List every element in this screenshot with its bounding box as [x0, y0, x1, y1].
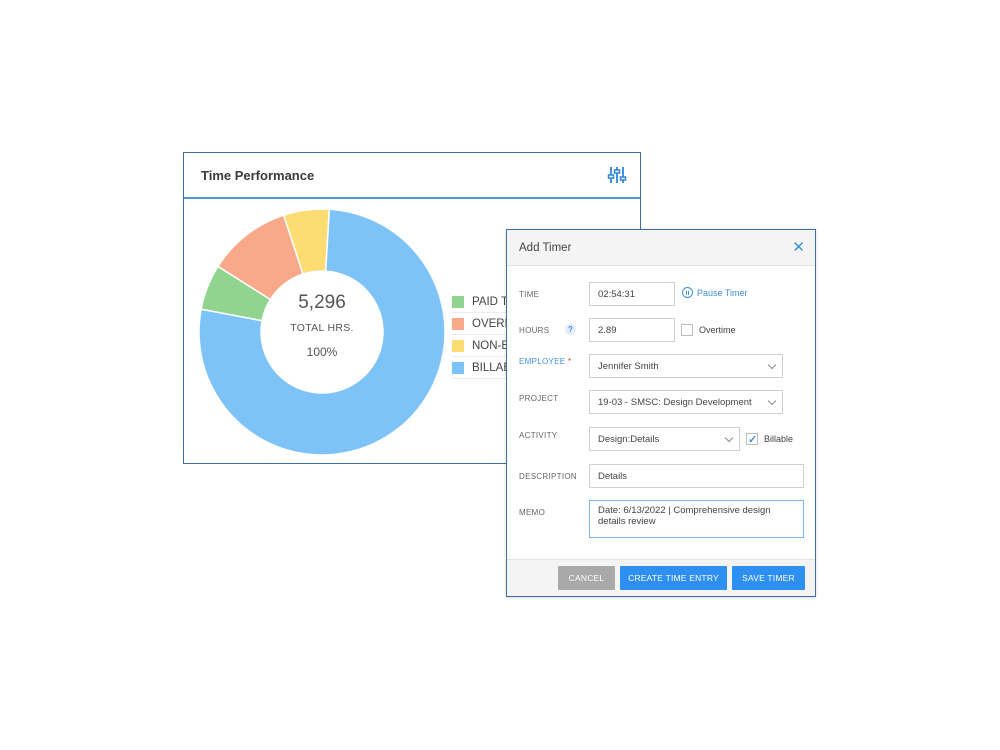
activity-select[interactable]: Design:Details	[589, 427, 740, 451]
add-timer-dialog: Add Timer ✕ TIME 02:54:31 Pause Timer HO…	[506, 229, 816, 597]
dialog-header: Add Timer ✕	[507, 230, 815, 266]
donut-chart: 5,296 TOTAL HRS. 100%	[198, 208, 446, 456]
activity-label: ACTIVITY	[519, 431, 558, 440]
activity-value: Design:Details	[598, 433, 660, 445]
overtime-checkbox[interactable]	[681, 324, 693, 336]
legend-swatch	[452, 317, 464, 330]
time-label: TIME	[519, 290, 540, 299]
employee-value: Jennifer Smith	[598, 360, 659, 372]
donut-center: 5,296 TOTAL HRS. 100%	[198, 208, 446, 456]
card-title: Time Performance	[201, 167, 315, 183]
cancel-button[interactable]: CANCEL	[558, 566, 615, 590]
filter-sliders-icon[interactable]	[606, 164, 628, 186]
dialog-footer: CANCEL CREATE TIME ENTRY SAVE TIMER	[507, 559, 815, 596]
project-select[interactable]: 19-03 - SMSC: Design Development	[589, 390, 783, 414]
close-icon[interactable]: ✕	[792, 240, 805, 255]
employee-select[interactable]: Jennifer Smith	[589, 354, 783, 378]
total-percent: 100%	[306, 344, 338, 359]
time-input[interactable]: 02:54:31	[589, 282, 675, 306]
project-label: PROJECT	[519, 394, 559, 403]
pause-icon	[682, 287, 693, 298]
hours-input[interactable]: 2.89	[589, 318, 675, 342]
billable-checkbox[interactable]: ✓	[746, 433, 758, 446]
legend-swatch	[452, 339, 464, 352]
total-hours-value: 5,296	[298, 291, 346, 313]
pause-timer-label: Pause Timer	[697, 287, 748, 298]
overtime-label: Overtime	[699, 325, 736, 335]
create-time-entry-button[interactable]: CREATE TIME ENTRY	[620, 566, 727, 590]
card-header: Time Performance	[184, 153, 640, 199]
pause-timer-link[interactable]: Pause Timer	[682, 287, 748, 298]
chevron-down-icon	[724, 433, 734, 443]
legend-swatch	[452, 361, 464, 374]
help-icon[interactable]: ?	[565, 324, 576, 335]
employee-label: EMPLOYEE *	[519, 357, 571, 366]
memo-textarea[interactable]: Date: 6/13/2022 | Comprehensive design d…	[589, 500, 804, 538]
chevron-down-icon	[767, 396, 777, 406]
dialog-title: Add Timer	[519, 241, 572, 254]
hours-label: HOURS	[519, 326, 550, 335]
chevron-down-icon	[767, 360, 777, 370]
required-mark: *	[567, 357, 572, 366]
save-timer-button[interactable]: SAVE TIMER	[732, 566, 805, 590]
project-value: 19-03 - SMSC: Design Development	[598, 396, 752, 408]
total-hours-label: TOTAL HRS.	[290, 321, 354, 334]
checkmark-icon: ✓	[748, 434, 758, 446]
description-label: DESCRIPTION	[519, 472, 577, 481]
employee-label-text: EMPLOYEE	[519, 357, 566, 366]
billable-label: Billable	[764, 434, 794, 444]
memo-label: MEMO	[519, 508, 546, 517]
description-input[interactable]: Details	[589, 464, 804, 488]
legend-swatch	[452, 295, 464, 308]
